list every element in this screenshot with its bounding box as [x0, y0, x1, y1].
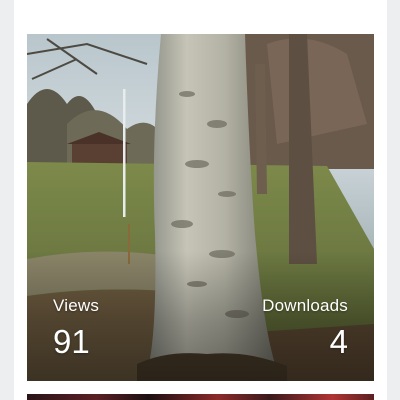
views-label: Views	[53, 296, 100, 315]
photo-card[interactable]: Views 91 Downloads 4	[27, 34, 374, 381]
content-column: Views 91 Downloads 4	[14, 0, 387, 400]
views-stat: Views 91	[53, 296, 99, 362]
downloads-stat: Downloads 4	[262, 296, 348, 362]
page: Views 91 Downloads 4	[0, 0, 400, 400]
downloads-count: 4	[329, 323, 348, 360]
downloads-label: Downloads	[262, 296, 348, 315]
views-count: 91	[53, 323, 90, 360]
next-photo-card[interactable]	[27, 394, 374, 400]
